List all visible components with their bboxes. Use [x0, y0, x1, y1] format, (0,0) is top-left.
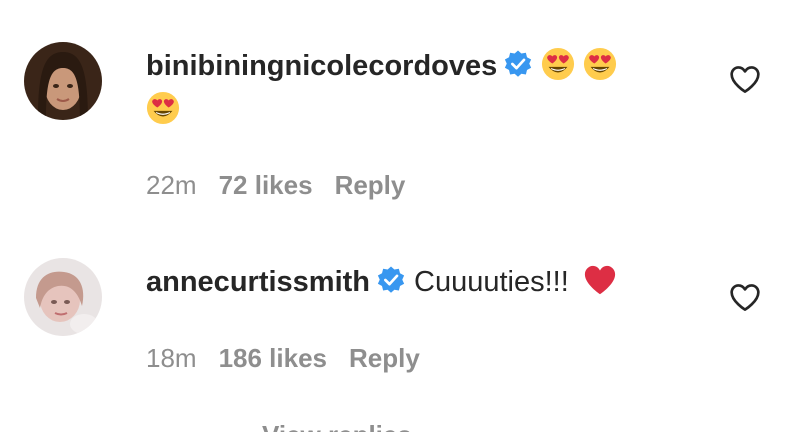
reply-button[interactable]: Reply: [349, 343, 420, 373]
comment-body: binibiningnicolecordoves: [146, 46, 617, 86]
comment-body: annecurtissmith Cuuuuties!!!: [146, 262, 617, 302]
like-heart-icon[interactable]: [729, 64, 761, 94]
heart-eyes-emoji-icon: [146, 91, 180, 125]
comment-timestamp[interactable]: 22m: [146, 170, 197, 200]
avatar[interactable]: [24, 258, 102, 336]
heart-eyes-emoji-icon: [541, 47, 575, 81]
avatar[interactable]: [24, 42, 102, 120]
comment-likes-count[interactable]: 72 likes: [219, 170, 313, 200]
comment-username[interactable]: annecurtissmith: [146, 266, 370, 298]
comment-body-wrap: [146, 90, 180, 130]
verified-badge-icon: [503, 49, 533, 79]
red-heart-emoji-icon: [583, 263, 617, 297]
heart-eyes-emoji-icon: [583, 47, 617, 81]
comment-likes-count[interactable]: 186 likes: [219, 343, 327, 373]
comment-meta: 22m 72 likes Reply: [146, 169, 427, 201]
comment-meta: 18m 186 likes Reply: [146, 342, 442, 374]
view-replies-link[interactable]: View replies: [262, 420, 412, 432]
reply-button[interactable]: Reply: [335, 170, 406, 200]
avatar-image: [24, 258, 102, 336]
verified-badge-icon: [376, 265, 406, 295]
comments-panel: binibiningnicolecordoves 22m 72 likes Repl…: [0, 0, 800, 432]
comment-username[interactable]: binibiningnicolecordoves: [146, 50, 497, 82]
comment-text: Cuuuuties!!!: [414, 266, 569, 298]
like-heart-icon[interactable]: [729, 282, 761, 312]
avatar-image: [24, 42, 102, 120]
comment-timestamp[interactable]: 18m: [146, 343, 197, 373]
